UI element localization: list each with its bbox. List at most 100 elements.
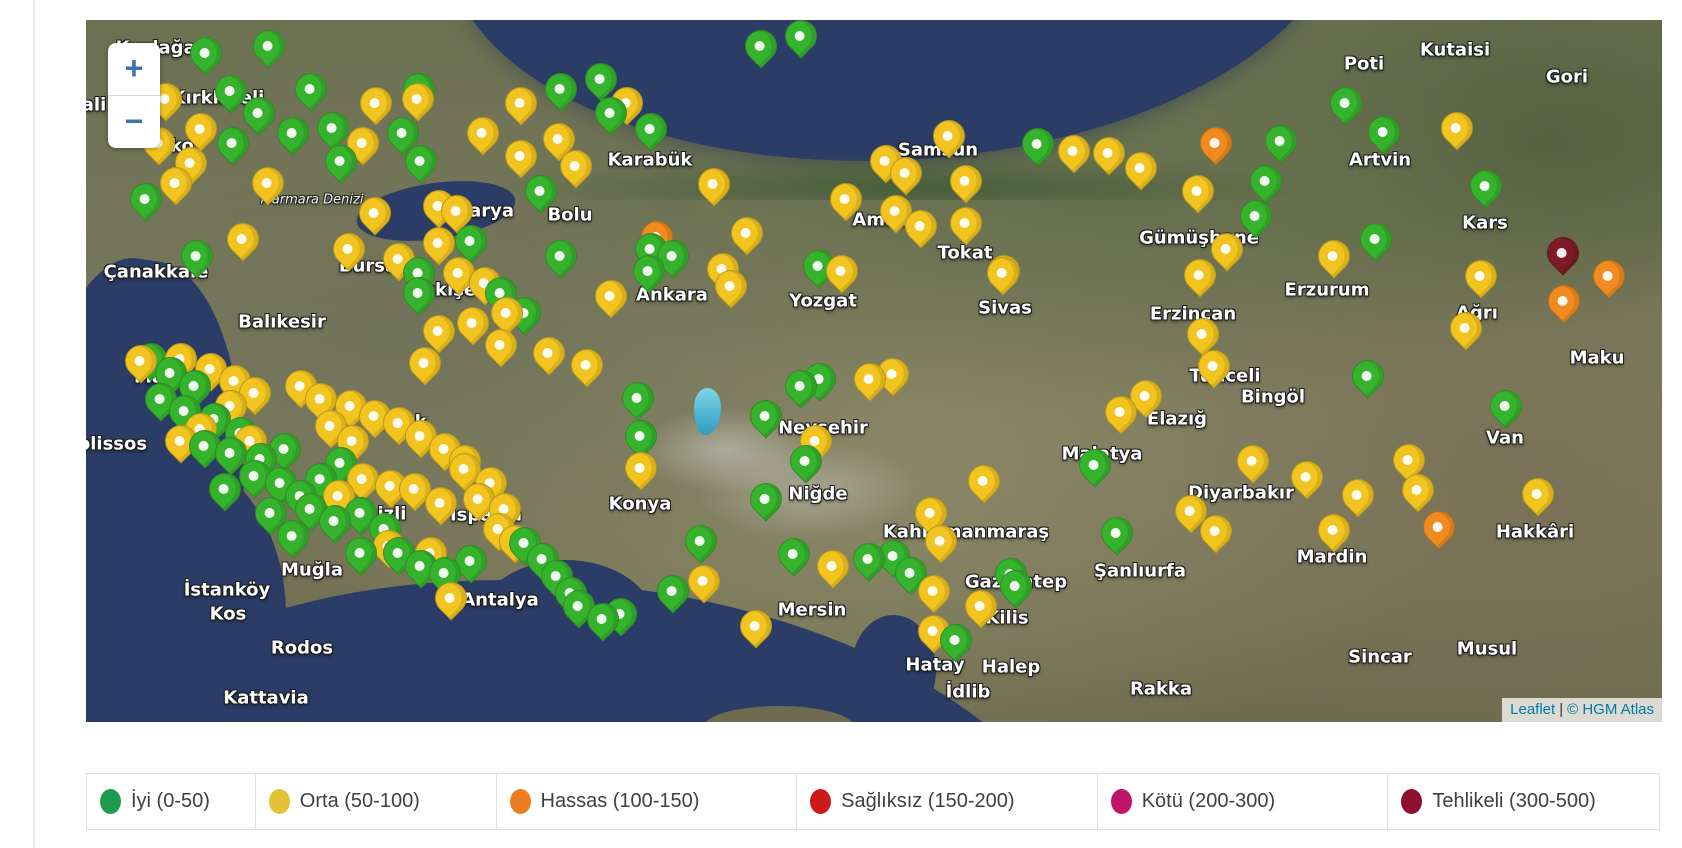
- station-marker-orta[interactable]: [1230, 438, 1275, 483]
- attribution-separator: |: [1559, 701, 1563, 718]
- station-marker-tehlikeli[interactable]: [1540, 230, 1585, 275]
- city-label-poti: Poti: [1344, 54, 1384, 75]
- city-label-kattavia: Kattavia: [223, 688, 309, 709]
- station-marker-orta[interactable]: [220, 216, 265, 261]
- station-marker-orta[interactable]: [588, 273, 633, 318]
- station-marker-orta[interactable]: [810, 543, 855, 588]
- station-marker-iyi[interactable]: [246, 23, 291, 68]
- city-label-musul: Musul: [1457, 639, 1517, 660]
- city-label-antalya: Antalya: [461, 590, 539, 611]
- city-label-muğla: Muğla: [281, 560, 343, 581]
- station-marker-iyi[interactable]: [1483, 383, 1528, 428]
- leaflet-link[interactable]: Leaflet: [1510, 701, 1555, 718]
- legend-color-dot: [100, 789, 121, 814]
- city-label-balıkesir: Balıkesir: [238, 312, 326, 333]
- city-label-bolu: Bolu: [547, 205, 592, 226]
- legend-item-label: Hassas (100-150): [541, 790, 700, 813]
- station-marker-iyi[interactable]: [615, 375, 660, 420]
- city-label-halep: Halep: [982, 657, 1040, 678]
- city-label-gori: Gori: [1546, 67, 1588, 88]
- city-label-i̇stanköy: İstanköy: [184, 580, 271, 601]
- city-label-kutaisi: Kutaisi: [1420, 40, 1490, 61]
- station-marker-orta[interactable]: [526, 330, 571, 375]
- legend-color-dot: [1111, 789, 1132, 814]
- station-marker-orta[interactable]: [498, 80, 543, 125]
- zoom-control: + −: [108, 43, 160, 148]
- legend-item-label: İyi (0-50): [131, 790, 210, 813]
- page: KızılağaçKırklarelikoaliÇanakkaleBursaBa…: [0, 0, 1682, 848]
- station-marker-orta[interactable]: [618, 445, 663, 490]
- station-marker-hassas[interactable]: [1541, 278, 1586, 323]
- city-label-maku: Maku: [1570, 348, 1625, 369]
- city-label-artvin: Artvin: [1349, 150, 1411, 171]
- city-label-rakka: Rakka: [1130, 679, 1192, 700]
- city-label-niğde: Niğde: [788, 484, 847, 505]
- city-label-van: Van: [1486, 428, 1524, 449]
- city-label-bingöl: Bingöl: [1241, 387, 1305, 408]
- station-marker-iyi[interactable]: [1345, 353, 1390, 398]
- station-marker-orta[interactable]: [353, 80, 398, 125]
- station-marker-hassas[interactable]: [1416, 504, 1461, 549]
- city-label-kars: Kars: [1462, 213, 1508, 234]
- legend-item-kotu: Kötü (200-300): [1097, 774, 1388, 829]
- station-marker-iyi[interactable]: [1094, 510, 1139, 555]
- station-marker-iyi[interactable]: [1353, 216, 1398, 261]
- station-marker-orta[interactable]: [1311, 233, 1356, 278]
- station-marker-iyi[interactable]: [270, 110, 315, 155]
- station-marker-orta[interactable]: [724, 210, 769, 255]
- city-label-hakkâri: Hakkâri: [1496, 522, 1574, 543]
- legend-color-dot: [810, 789, 831, 814]
- zoom-in-button[interactable]: +: [108, 43, 160, 95]
- station-marker-orta[interactable]: [961, 458, 1006, 503]
- station-marker-hassas[interactable]: [1586, 253, 1631, 298]
- city-label-konya: Konya: [609, 494, 672, 515]
- station-marker-iyi[interactable]: [288, 66, 333, 111]
- station-marker-orta[interactable]: [1434, 105, 1479, 150]
- city-label-mersin: Mersin: [778, 600, 847, 621]
- city-label-sivas: Sivas: [978, 298, 1032, 319]
- legend-item-label: Tehlikeli (300-500): [1432, 790, 1595, 813]
- legend-item-label: Kötü (200-300): [1142, 790, 1275, 813]
- station-marker-iyi[interactable]: [1323, 80, 1368, 125]
- station-marker-iyi[interactable]: [771, 531, 816, 576]
- station-marker-orta[interactable]: [943, 200, 988, 245]
- station-marker-iyi[interactable]: [1463, 163, 1508, 208]
- city-label-tokat: Tokat: [938, 243, 993, 264]
- city-label-karabük: Karabük: [608, 150, 693, 171]
- legend-item-tehlikeli: Tehlikeli (300-500): [1387, 774, 1659, 829]
- legend-item-iyi: İyi (0-50): [87, 774, 255, 829]
- city-label-elazığ: Elazığ: [1147, 409, 1207, 430]
- map-container[interactable]: KızılağaçKırklarelikoaliÇanakkaleBursaBa…: [86, 20, 1662, 722]
- tuz-lake: [694, 388, 721, 435]
- city-label-yozgat: Yozgat: [789, 291, 857, 312]
- legend-item-hassas: Hassas (100-150): [496, 774, 797, 829]
- page-left-divider: [33, 0, 35, 848]
- city-label-ali: ali: [86, 95, 106, 116]
- zoom-out-button[interactable]: −: [108, 96, 160, 148]
- station-marker-orta[interactable]: [564, 342, 609, 387]
- city-label-erzurum: Erzurum: [1285, 280, 1370, 301]
- station-marker-iyi[interactable]: [538, 233, 583, 278]
- legend-item-label: Sağlıksız (150-200): [841, 790, 1014, 813]
- city-label-sincar: Sincar: [1348, 647, 1412, 668]
- legend-item-saglıksiz: Sağlıksız (150-200): [796, 774, 1097, 829]
- city-label-volissos: Volissos: [86, 434, 147, 455]
- city-label-şanlıurfa: Şanlıurfa: [1094, 561, 1186, 582]
- legend-item-orta: Orta (50-100): [255, 774, 496, 829]
- legend-color-dot: [269, 789, 290, 814]
- legend-color-dot: [510, 789, 531, 814]
- hgm-atlas-link[interactable]: © HGM Atlas: [1567, 701, 1654, 718]
- station-marker-iyi[interactable]: [1361, 109, 1406, 154]
- station-marker-orta[interactable]: [1458, 253, 1503, 298]
- station-marker-orta[interactable]: [1515, 471, 1560, 516]
- city-label-kos: Kos: [210, 604, 247, 625]
- station-marker-iyi[interactable]: [678, 518, 723, 563]
- city-label-diyarbakır: Diyarbakır: [1188, 483, 1294, 504]
- legend-color-dot: [1401, 789, 1422, 814]
- aqi-legend: İyi (0-50) Orta (50-100) Hassas (100-150) S…: [86, 773, 1660, 830]
- station-marker-iyi[interactable]: [743, 476, 788, 521]
- map-attribution: Leaflet|© HGM Atlas: [1502, 698, 1662, 722]
- city-label-i̇dlib: İdlib: [946, 682, 991, 703]
- legend-item-label: Orta (50-100): [300, 790, 420, 813]
- station-marker-orta[interactable]: [1335, 472, 1380, 517]
